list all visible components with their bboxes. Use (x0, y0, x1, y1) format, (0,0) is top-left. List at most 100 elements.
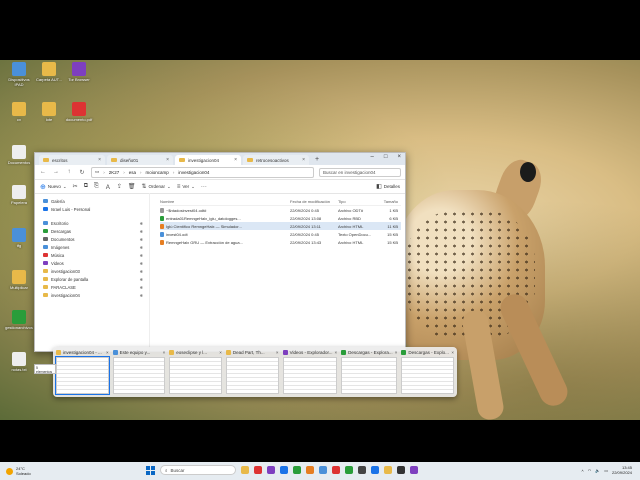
column-name[interactable]: Nombre (160, 199, 290, 204)
close-icon[interactable]: × (451, 350, 454, 355)
window-thumbnail[interactable]: Descargas - Explora... × (341, 350, 398, 394)
sidebar-item[interactable]: Documentos ✱ (35, 235, 149, 243)
tab-investigacion04[interactable]: investigacion04 × (175, 155, 241, 165)
clock[interactable]: 13:45 22/09/2024 (612, 465, 632, 475)
taskbar-app-icon[interactable] (293, 466, 301, 474)
desktop-icon[interactable]: Documentos (4, 145, 34, 165)
maximize-button[interactable]: □ (384, 154, 388, 160)
forward-arrow-icon[interactable]: → (52, 169, 60, 175)
sidebar-item[interactable]: Imágenes ✱ (35, 243, 149, 251)
file-row[interactable]: invest04.odt 22/09/2024 0:45 Texto OpenDoc… (160, 230, 401, 238)
close-icon[interactable]: × (106, 350, 109, 355)
speaker-icon[interactable]: 🔈 (595, 468, 600, 473)
window-thumbnail[interactable]: eoseclipse y l... × (169, 350, 222, 394)
taskbar-app-icon[interactable] (345, 466, 353, 474)
close-icon[interactable]: × (335, 350, 338, 355)
paste-icon[interactable]: ⎘ (94, 183, 99, 190)
search-input[interactable]: Buscar en investigacion04 (319, 167, 401, 177)
rename-icon[interactable]: Ａ (105, 182, 111, 191)
column-size[interactable]: Tamaño (378, 199, 398, 204)
chevron-up-icon[interactable]: ˄ (581, 468, 583, 473)
close-window-button[interactable]: × (397, 154, 401, 160)
taskbar-app-icon[interactable] (332, 466, 340, 474)
desktop-icon[interactable]: cv (4, 102, 34, 122)
close-icon[interactable]: × (219, 350, 222, 355)
weather-widget[interactable]: 24°C Soleado (0, 466, 31, 476)
sidebar-item[interactable]: investigacion04 ✱ (35, 291, 149, 299)
windows-start-icon[interactable] (146, 465, 155, 475)
breadcrumb[interactable]: ▭ › 2K27 › esa › moioncamp › investigaci… (91, 166, 314, 178)
minimize-button[interactable]: – (371, 154, 374, 160)
window-thumbnail[interactable]: Este equipo y... × (112, 350, 166, 394)
column-date[interactable]: Fecha de modificación (290, 199, 338, 204)
close-icon[interactable]: × (276, 350, 279, 355)
taskbar-app-icon[interactable] (410, 466, 418, 474)
taskbar-app-icon[interactable] (254, 466, 262, 474)
window-thumbnail[interactable]: investigacion04 - ... × (55, 350, 110, 395)
close-icon[interactable]: × (395, 350, 398, 355)
breadcrumb-item[interactable]: investigacion04 (178, 170, 209, 175)
battery-icon[interactable]: ▭ (604, 468, 608, 473)
up-arrow-icon[interactable]: ↑ (65, 169, 73, 175)
sidebar-item[interactable]: investigacion03 ✱ (35, 267, 149, 275)
taskbar-search[interactable]: ⌕ Buscar (160, 465, 236, 475)
taskbar-app-icon[interactable] (397, 466, 405, 474)
file-row[interactable]: Iglú Científico RemngeHalx — Simulador..… (160, 222, 401, 230)
delete-icon[interactable]: 🗑 (128, 183, 136, 190)
window-thumbnail[interactable]: Dead Part, Th... × (225, 350, 279, 394)
sidebar-item[interactable]: Escritorio ✱ (35, 219, 149, 227)
close-icon[interactable]: × (234, 157, 237, 163)
desktop-icon[interactable]: notas.txt (4, 352, 34, 372)
desktop-icon[interactable]: Dispositivos IPAD (4, 62, 34, 87)
close-icon[interactable]: × (98, 157, 101, 163)
breadcrumb-item[interactable]: esa (129, 170, 136, 175)
taskbar-app-icon[interactable] (267, 466, 275, 474)
refresh-icon[interactable]: ↻ (78, 169, 86, 176)
desktop-icon[interactable]: Tor Browser (64, 62, 94, 82)
desktop-icon[interactable]: gestionarchivos (4, 310, 34, 330)
taskbar-app-icon[interactable] (306, 466, 314, 474)
breadcrumb-item[interactable]: moioncamp (146, 170, 169, 175)
taskbar-app-icon[interactable] (371, 466, 379, 474)
taskbar-app-icon[interactable] (319, 466, 327, 474)
sidebar-item[interactable]: Videos ✱ (35, 259, 149, 267)
cut-icon[interactable]: ✂ (73, 183, 78, 190)
taskbar-app-icon[interactable] (384, 466, 392, 474)
new-tab-button[interactable]: + (311, 155, 323, 165)
desktop-icon[interactable]: lote (34, 102, 64, 122)
close-icon[interactable]: × (166, 157, 169, 163)
tab-diseno01[interactable]: diseño01 × (107, 155, 173, 165)
column-type[interactable]: Tipo (338, 199, 378, 204)
close-icon[interactable]: × (163, 350, 166, 355)
desktop-icon[interactable]: Multiplicar (4, 270, 34, 290)
tab-retrocesoactivos[interactable]: retrocesoactivos × (243, 155, 309, 165)
view-button[interactable]: ≡ Ver ⌄ (177, 184, 195, 190)
taskbar-app-icon[interactable] (280, 466, 288, 474)
wifi-icon[interactable]: ◠ (588, 468, 592, 473)
desktop-icon[interactable]: documento.pdf (64, 102, 94, 122)
desktop-icon[interactable]: Carpeta AUT... (34, 62, 64, 82)
sidebar-item[interactable]: Explorar de pantalla ✱ (35, 275, 149, 283)
sort-button[interactable]: ⇅ Ordenar ⌄ (141, 183, 170, 191)
copy-icon[interactable]: ⧉ (84, 183, 88, 190)
new-button[interactable]: ⊕ Nuevo ⌄ (40, 183, 67, 191)
taskbar-app-icon[interactable] (241, 466, 249, 474)
sidebar-item[interactable]: Galería (35, 197, 149, 205)
sidebar-item[interactable]: Israel Luis - Personal (35, 205, 149, 213)
sidebar-item[interactable]: Descargas ✱ (35, 227, 149, 235)
sidebar-item[interactable]: Música ✱ (35, 251, 149, 259)
window-thumbnail[interactable]: Videos - Explorador... × (282, 350, 338, 394)
file-row[interactable]: RemngeHalx GRU — Extracción de agua... 22… (160, 238, 401, 246)
breadcrumb-item[interactable]: 2K27 (109, 170, 120, 175)
more-icon[interactable]: ··· (201, 184, 207, 190)
file-row[interactable]: entrada01RemngeHalx_iglu_datologges... 22… (160, 214, 401, 222)
file-explorer-window[interactable]: escritos × diseño01 × investigacion04 × … (34, 152, 406, 352)
tab-escritos[interactable]: escritos × (39, 155, 105, 165)
sidebar-item[interactable]: PARACLASE ✱ (35, 283, 149, 291)
window-thumbnail[interactable]: Descargas - Explo... × (401, 350, 454, 394)
desktop-icon[interactable]: tfg (4, 228, 34, 248)
share-icon[interactable]: ⇪ (117, 183, 122, 190)
file-row[interactable]: ~$ntadosinvest04.odt# 22/09/2024 0:45 Arch… (160, 206, 401, 214)
close-icon[interactable]: × (302, 157, 305, 163)
back-arrow-icon[interactable]: ← (39, 169, 47, 175)
